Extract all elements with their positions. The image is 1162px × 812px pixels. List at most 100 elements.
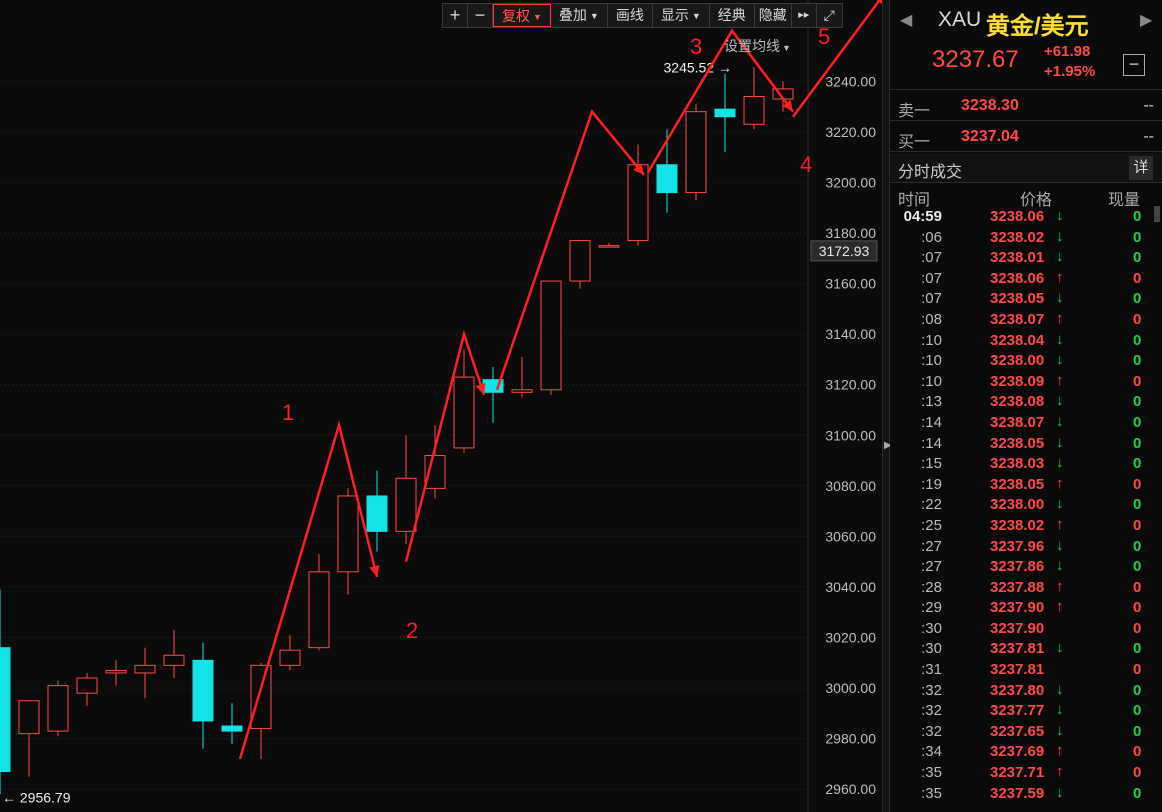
candle-body [308,571,330,649]
kline-chart[interactable]: 3240.00 3220.00 3200.00 3180.00 3160.00 3140.… [0,0,888,812]
ticks-columns: 时间 价格 现量 [890,185,1162,209]
candle-body [569,240,591,282]
tick-price: 3237.65 [990,722,1045,740]
tick-volume: 0 [1133,249,1142,267]
candle-body [76,677,98,694]
ma-setting-button[interactable]: 设置均线 ▼ [724,36,791,56]
tick-volume: 0 [1133,372,1142,390]
detail-button[interactable]: 详 [1129,156,1153,180]
candle-body [511,389,533,393]
next-symbol-icon[interactable]: ▶ [1140,10,1152,30]
tick-time: :30 [921,640,942,658]
tick-row: :07 3238.06 ↑ 0 [890,268,1162,289]
ticks-header: 分时成交 详 [890,153,1162,183]
ask-price: 3238.30 [961,97,1019,114]
fullscreen-icon[interactable]: ⤢ [817,4,842,27]
symbol-code: XAU [938,8,982,31]
tick-price: 3238.04 [990,331,1045,349]
arrow-up-icon: ↑ [1056,371,1064,389]
arrow-down-icon: ↓ [1056,680,1064,698]
chart-canvas[interactable]: 3240.00 3220.00 3200.00 3180.00 3160.00 3140.… [0,0,888,812]
arrow-down-icon: ↓ [1056,392,1064,410]
y-tick-label: 3160.00 [825,276,876,292]
ticks-list[interactable]: 04:59 3238.06 ↓ 0:06 3238.02 ↓ 0:07 3238.01 ↓ 0:0… [890,206,1162,803]
tick-row: :14 3238.07 ↓ 0 [890,412,1162,433]
tick-volume: 0 [1133,784,1142,802]
tick-time: :35 [921,764,942,782]
tick-time: :30 [921,619,942,637]
arrow-up-icon: ↑ [1056,474,1064,492]
tick-price: 3238.06 [990,269,1045,287]
display-label: 显示 [660,7,689,23]
zoom-out-button[interactable]: − [468,4,493,27]
tick-volume: 0 [1133,434,1142,452]
candle-body [366,495,388,532]
price-change: +61.98 [1044,43,1091,60]
tick-time: :07 [921,249,942,267]
tick-row: :32 3237.65 ↓ 0 [890,721,1162,742]
tick-price: 3237.90 [990,599,1045,617]
tick-price: 3238.05 [990,475,1045,493]
tick-price: 3237.96 [990,537,1045,555]
tick-volume: 0 [1133,558,1142,576]
candle-body [134,664,156,674]
candle-body [105,669,127,674]
classic-button[interactable]: 经典 [710,4,755,27]
last-price: 3237.67 [932,46,1019,73]
more-icon[interactable]: ▸▸ [792,4,817,27]
bid-label: 买一 [898,134,931,151]
candle-body [598,245,620,248]
tick-volume: 0 [1133,702,1142,720]
display-button[interactable]: 显示 ▼ [653,4,710,27]
y-tick-label: 3020.00 [825,630,876,646]
arrow-up-icon: ↑ [1056,598,1064,616]
tick-time: :34 [921,743,942,761]
tick-volume: 0 [1133,599,1142,617]
high-price-label: 3245.52 → [664,59,733,75]
ask-volume: -- [1143,97,1154,114]
tick-price: 3238.07 [990,310,1045,328]
bid-price: 3237.04 [961,128,1019,145]
tick-volume: 0 [1133,681,1142,699]
overlay-button[interactable]: 叠加 ▼ [551,4,608,27]
chevron-down-icon: ▼ [691,10,701,21]
panel-divider[interactable] [882,0,890,812]
tick-volume: 0 [1133,290,1142,308]
adjust-button[interactable]: 复权 ▼ [493,4,551,27]
collapse-button[interactable]: − [1123,54,1145,76]
ma-setting-label: 设置均线 [724,38,780,54]
prev-symbol-icon[interactable]: ◀ [900,10,912,30]
tick-volume: 0 [1133,578,1142,596]
tick-volume: 0 [1133,537,1142,555]
tick-time: :32 [921,722,942,740]
tick-price: 3238.06 [990,208,1045,225]
tick-time: :25 [921,516,942,534]
tick-price: 3238.08 [990,393,1045,411]
candle-body [743,95,765,125]
arrow-down-icon: ↓ [1056,330,1064,348]
tick-price: 3238.02 [990,516,1045,534]
low-price-label: ← 2956.79 [2,789,71,805]
tick-volume: 0 [1133,352,1142,370]
arrow-down-icon: ↓ [1056,227,1064,245]
arrow-down-icon: ↓ [1056,536,1064,554]
y-tick-label: 3140.00 [825,326,876,342]
hide-button[interactable]: 隐藏 [755,4,792,27]
tick-price: 3238.09 [990,372,1045,390]
chevron-down-icon: ▼ [589,10,599,21]
candle-body [714,108,736,118]
tick-time: :27 [921,558,942,576]
zoom-in-button[interactable]: + [443,4,468,27]
tick-row: :35 3237.71 ↑ 0 [890,762,1162,783]
tick-price: 3237.86 [990,558,1045,576]
tick-price: 3237.81 [990,640,1045,658]
ticks-scrollbar[interactable] [1154,206,1160,222]
arrow-down-icon: ↓ [1056,248,1064,266]
tick-time: :29 [921,599,942,617]
candle-body [192,659,214,722]
tick-row: :15 3238.03 ↓ 0 [890,453,1162,474]
candle-body [656,164,678,194]
draw-line-button[interactable]: 画线 [608,4,653,27]
tick-time: :19 [921,475,942,493]
tick-row: :27 3237.96 ↓ 0 [890,536,1162,557]
